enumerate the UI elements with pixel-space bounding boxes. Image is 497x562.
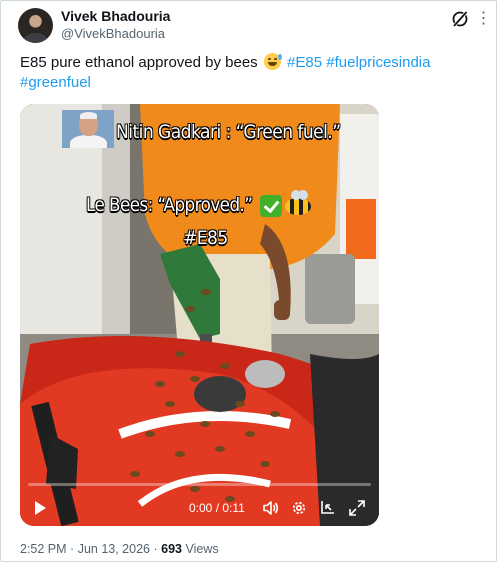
settings-icon[interactable] [290,499,308,517]
caption-gadkari: Nitin Gadkari : “Green fuel.” [116,121,341,143]
pip-icon[interactable] [319,499,337,517]
sweat-smile-emoji [263,53,282,70]
more-icon[interactable]: ⋮ [475,9,493,29]
bee-emoji [285,190,311,215]
fullscreen-icon[interactable] [348,499,366,517]
video-controls: 0:00 / 0:11 [20,489,379,526]
play-icon[interactable] [32,500,48,516]
volume-icon[interactable] [262,499,280,517]
gadkari-portrait [62,110,114,148]
tweet-meta: 2:52 PM · Jun 13, 2026 · 693 Views [20,542,219,556]
check-mark-emoji [260,195,282,217]
author-name[interactable]: Vivek Bhadouria [61,8,170,24]
views-count: 693 [161,542,182,556]
tweet-text: E85 pure ethanol approved by bees #E85 #… [20,53,480,93]
video-player[interactable]: Nitin Gadkari : “Green fuel.” Le Bees: “… [20,104,379,526]
tweet-card: Vivek Bhadouria @VivekBhadouria ⋮ E85 pu… [0,0,497,562]
views-label: Views [185,542,219,556]
video-progress-bar[interactable] [28,483,371,486]
hashtag-e85[interactable]: #E85 [287,54,322,71]
video-frame [20,104,379,526]
hashtag-fuelpricesindia[interactable]: #fuelpricesindia [326,54,430,71]
tweet-body: E85 pure ethanol approved by bees [20,54,258,71]
meta-separator: · [70,542,75,556]
grok-icon[interactable] [450,9,470,29]
caption-bees: Le Bees: “Approved.” [86,194,253,216]
author-handle[interactable]: @VivekBhadouria [61,26,165,41]
tweet-date[interactable]: Jun 13, 2026 [78,542,150,556]
video-time: 0:00 / 0:11 [189,501,245,515]
caption-e85: #E85 [183,227,228,249]
hashtag-greenfuel[interactable]: #greenfuel [20,74,91,91]
tweet-time[interactable]: 2:52 PM [20,542,67,556]
avatar[interactable] [18,8,53,43]
meta-separator: · [153,542,158,556]
